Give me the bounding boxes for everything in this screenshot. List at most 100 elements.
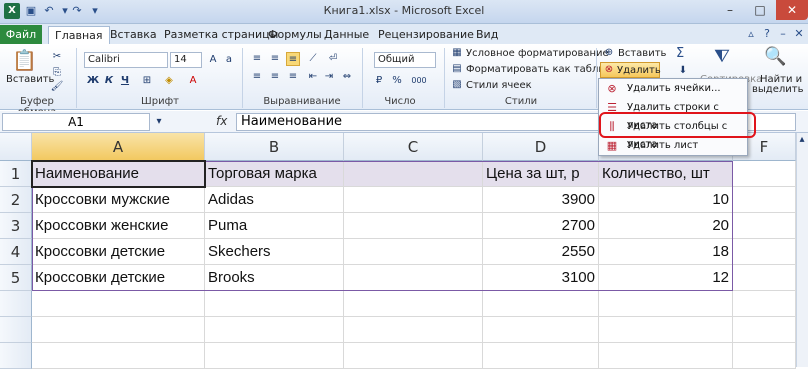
insert-cells-button[interactable]: Вставить xyxy=(618,48,666,59)
tab-review[interactable]: Рецензирование xyxy=(372,26,480,44)
cell-a2[interactable]: Кроссовки мужские xyxy=(32,187,205,213)
doc-minimize-icon[interactable]: – xyxy=(776,27,790,41)
cut-icon[interactable]: ✂ xyxy=(50,50,64,64)
cell-e7[interactable] xyxy=(599,317,733,343)
align-top-icon[interactable]: ≡ xyxy=(250,52,264,66)
menu-item-delete-cells[interactable]: ⊗ Удалить ячейки... xyxy=(599,80,747,98)
number-format-combo[interactable]: Общий xyxy=(374,52,436,68)
cell-f7[interactable] xyxy=(733,317,796,343)
cell-f4[interactable] xyxy=(733,239,796,265)
copy-icon[interactable]: ⎘ xyxy=(50,66,64,80)
font-color-icon[interactable]: A xyxy=(186,74,200,88)
underline-button[interactable]: Ч xyxy=(118,74,132,88)
cell-b2[interactable]: Adidas xyxy=(205,187,344,213)
cell-a4[interactable]: Кроссовки детские xyxy=(32,239,205,265)
cell-b4[interactable]: Skechers xyxy=(205,239,344,265)
cell-c2[interactable] xyxy=(344,187,483,213)
tab-view[interactable]: Вид xyxy=(470,26,504,44)
cell-styles-icon[interactable]: ▧ xyxy=(450,78,464,92)
insert-function-icon[interactable]: fx xyxy=(216,114,227,128)
cell-d3[interactable]: 2700 xyxy=(483,213,599,239)
paste-icon[interactable]: 📋 xyxy=(12,48,37,72)
cell-f5[interactable] xyxy=(733,265,796,291)
minimize-ribbon-icon[interactable]: ▵ xyxy=(744,27,758,41)
row-header-4[interactable]: 4 xyxy=(0,239,32,265)
format-painter-icon[interactable]: 🖌 xyxy=(50,80,64,94)
cell-f2[interactable] xyxy=(733,187,796,213)
cell-c3[interactable] xyxy=(344,213,483,239)
cell-a5[interactable]: Кроссовки детские xyxy=(32,265,205,291)
align-left-icon[interactable]: ≡ xyxy=(250,70,264,84)
conditional-format-icon[interactable]: ▦ xyxy=(450,46,464,60)
orientation-icon[interactable]: ⟋ xyxy=(306,52,320,66)
cell-b7[interactable] xyxy=(205,317,344,343)
align-center-icon[interactable]: ≡ xyxy=(268,70,282,84)
column-header-a[interactable]: A xyxy=(32,133,205,161)
borders-icon[interactable]: ⊞ xyxy=(140,74,154,88)
row-header-3[interactable]: 3 xyxy=(0,213,32,239)
cell-d7[interactable] xyxy=(483,317,599,343)
cell-c6[interactable] xyxy=(344,291,483,317)
cell-styles-button[interactable]: Стили ячеек xyxy=(466,80,532,91)
cell-f3[interactable] xyxy=(733,213,796,239)
format-as-table-button[interactable]: Форматировать как таблицу xyxy=(466,64,618,75)
cell-e2[interactable]: 10 xyxy=(599,187,733,213)
cell-a3[interactable]: Кроссовки женские xyxy=(32,213,205,239)
cell-d2[interactable]: 3900 xyxy=(483,187,599,213)
cell-b5[interactable]: Brooks xyxy=(205,265,344,291)
cell-c5[interactable] xyxy=(344,265,483,291)
select-all-corner[interactable] xyxy=(0,133,32,161)
row-header-7[interactable] xyxy=(0,317,32,343)
merge-center-icon[interactable]: ⇔ xyxy=(340,70,354,84)
cell-e1[interactable]: Количество, шт xyxy=(599,161,733,187)
percent-button[interactable]: % xyxy=(390,74,404,88)
insert-cells-icon[interactable]: ⊕ xyxy=(602,46,616,60)
cell-e5[interactable]: 12 xyxy=(599,265,733,291)
delete-cells-button[interactable]: ⊗ Удалить xyxy=(600,62,661,78)
row-header-1[interactable]: 1 xyxy=(0,161,32,187)
help-icon[interactable]: ? xyxy=(760,27,774,41)
paste-button[interactable]: Вставить xyxy=(6,74,54,85)
cell-d8[interactable] xyxy=(483,343,599,369)
cell-c1[interactable] xyxy=(344,161,483,187)
bold-button[interactable]: Ж xyxy=(86,74,100,88)
tab-home[interactable]: Главная xyxy=(48,26,110,44)
cell-b6[interactable] xyxy=(205,291,344,317)
find-select-button-line2[interactable]: выделить xyxy=(752,84,803,95)
minimize-icon[interactable]: – xyxy=(716,0,744,20)
autosum-icon[interactable]: Σ xyxy=(676,46,684,61)
cell-c8[interactable] xyxy=(344,343,483,369)
menu-item-delete-rows[interactable]: ☰ Удалить строки с листа xyxy=(599,99,747,131)
increase-indent-icon[interactable]: ⇥ xyxy=(322,70,336,84)
cell-c4[interactable] xyxy=(344,239,483,265)
cell-f6[interactable] xyxy=(733,291,796,317)
row-header-8[interactable] xyxy=(0,343,32,369)
menu-item-delete-columns[interactable]: ⫼ Удалить столбцы с листа xyxy=(599,118,747,150)
tab-file[interactable]: Файл xyxy=(0,25,42,44)
cell-b8[interactable] xyxy=(205,343,344,369)
cell-a1[interactable]: Наименование xyxy=(32,161,205,187)
tab-data[interactable]: Данные xyxy=(318,26,375,44)
decrease-indent-icon[interactable]: ⇤ xyxy=(306,70,320,84)
fill-color-icon[interactable]: ◈ xyxy=(162,74,176,88)
currency-icon[interactable]: ₽ xyxy=(372,74,386,88)
cell-f1[interactable] xyxy=(733,161,796,187)
cell-a6[interactable] xyxy=(32,291,205,317)
tab-insert[interactable]: Вставка xyxy=(104,26,163,44)
cell-b3[interactable]: Puma xyxy=(205,213,344,239)
align-right-icon[interactable]: ≡ xyxy=(286,70,300,84)
thousands-separator-button[interactable]: 000 xyxy=(408,74,430,88)
cell-a8[interactable] xyxy=(32,343,205,369)
format-as-table-icon[interactable]: ▤ xyxy=(450,62,464,76)
conditional-formatting-button[interactable]: Условное форматирование xyxy=(466,48,609,59)
column-header-d[interactable]: D xyxy=(483,133,599,161)
cell-e3[interactable]: 20 xyxy=(599,213,733,239)
cell-c7[interactable] xyxy=(344,317,483,343)
column-header-c[interactable]: C xyxy=(344,133,483,161)
column-header-b[interactable]: B xyxy=(205,133,344,161)
cell-d5[interactable]: 3100 xyxy=(483,265,599,291)
italic-button[interactable]: К xyxy=(102,74,116,88)
align-bottom-icon[interactable]: ≡ xyxy=(286,52,300,66)
cell-d6[interactable] xyxy=(483,291,599,317)
cell-d1[interactable]: Цена за шт, р xyxy=(483,161,599,187)
